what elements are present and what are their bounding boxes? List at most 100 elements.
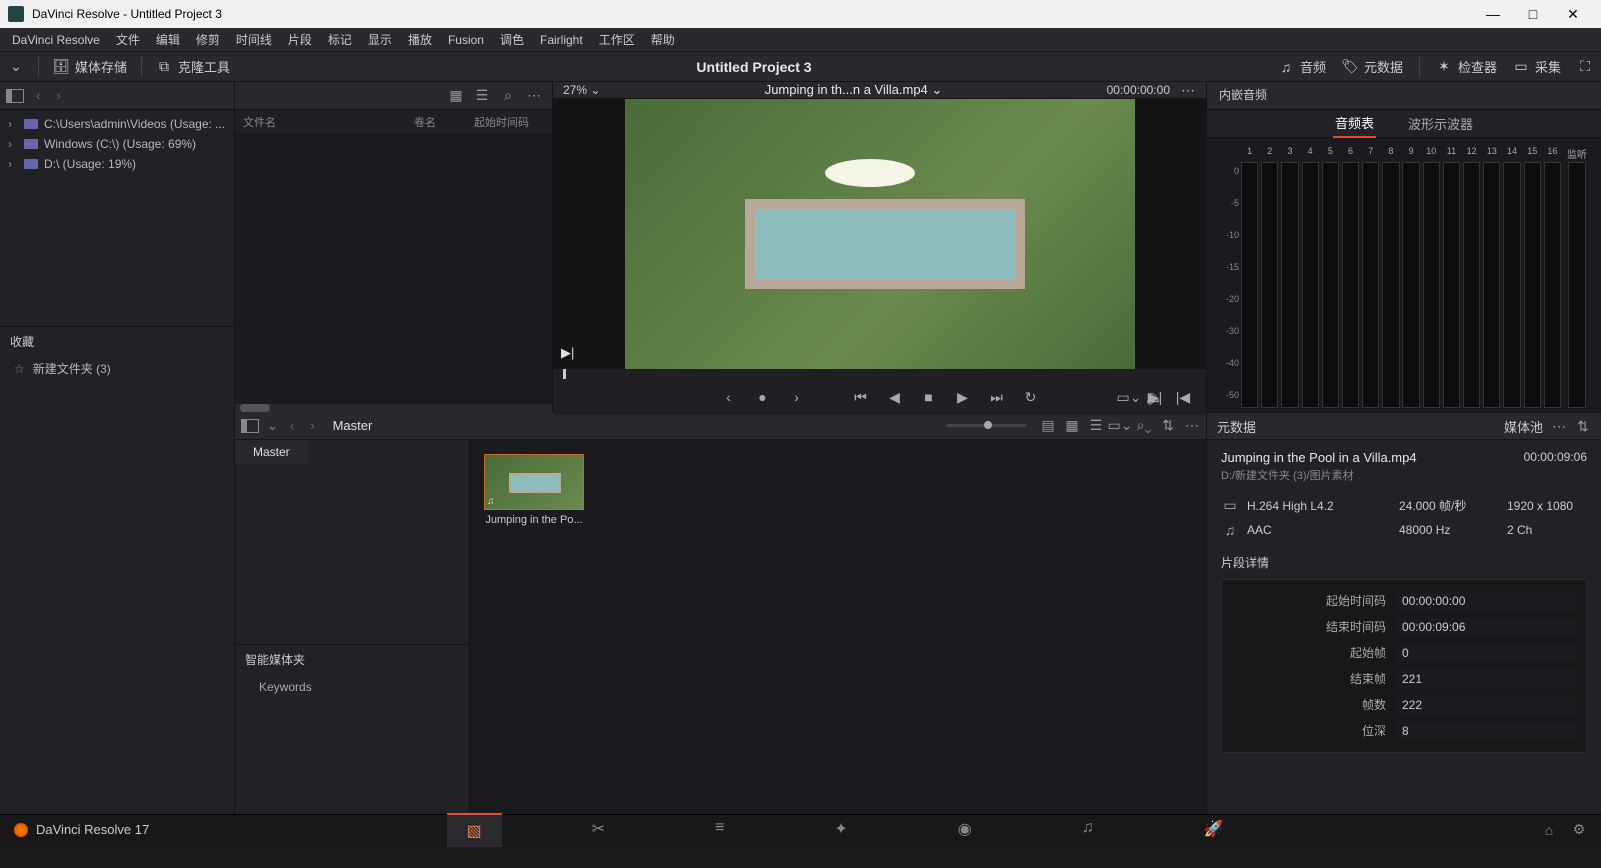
detail-row: 起始时间码00:00:00:00 [1232, 588, 1576, 614]
nav-forward-button[interactable]: › [306, 418, 318, 433]
viewer-canvas[interactable]: ▶| [553, 99, 1206, 369]
tab-cut[interactable]: ✂ [572, 813, 625, 847]
jog-fwd-icon[interactable]: › [789, 389, 805, 405]
thumb-size-slider[interactable] [946, 424, 1026, 427]
tab-waveform[interactable]: 波形示波器 [1406, 110, 1475, 137]
list-view-icon[interactable]: ☰ [474, 88, 490, 104]
step-back-icon[interactable]: ◀ [887, 389, 903, 405]
drive-item[interactable]: › Windows (C:\) (Usage: 69%) [0, 134, 234, 154]
drive-item[interactable]: › D:\ (Usage: 19%) [0, 154, 234, 174]
more-icon[interactable]: ⋯ [526, 88, 542, 104]
loop-icon[interactable]: ↻ [1023, 389, 1039, 405]
clip-label: Jumping in the Po... [484, 510, 584, 526]
gear-icon[interactable]: ⚙ [1571, 822, 1587, 838]
in-out-icon[interactable]: |◀ [1175, 389, 1191, 405]
menu-workspace[interactable]: 工作区 [591, 31, 643, 48]
minimize-button[interactable]: — [1473, 6, 1513, 22]
search-icon[interactable]: ⌕ [500, 88, 516, 104]
nav-forward-button[interactable]: › [52, 88, 64, 103]
col-start[interactable]: 起始时间码 [474, 114, 544, 130]
strip-view-icon[interactable]: ▤ [1040, 418, 1056, 434]
sort-icon[interactable]: ⇅ [1160, 418, 1176, 434]
viewer-clip-title[interactable]: Jumping in th...n a Villa.mp4 ⌄ [600, 82, 1106, 98]
match-frame-icon[interactable]: ▶| [1147, 389, 1163, 405]
more-icon[interactable]: ⋯ [1180, 82, 1196, 98]
dropdown-icon[interactable]: ⌄ [8, 59, 24, 75]
view-mode-icon[interactable]: ▭⌄ [1121, 389, 1137, 405]
breadcrumb[interactable]: Master [333, 418, 373, 433]
tab-fairlight[interactable]: ♫ [1062, 813, 1114, 847]
menu-help[interactable]: 帮助 [643, 31, 683, 48]
smart-bin-keywords[interactable]: Keywords [235, 674, 469, 700]
jog-back-icon[interactable]: ‹ [721, 389, 737, 405]
menu-playback[interactable]: 播放 [400, 31, 440, 48]
menu-edit[interactable]: 编辑 [148, 31, 188, 48]
metadata-panel-button[interactable]: 🏷 元数据 [1342, 57, 1403, 76]
tab-media[interactable]: ▧ [447, 813, 502, 847]
panel-toggle-icon[interactable] [241, 419, 259, 433]
sort-icon[interactable]: ⇅ [1575, 418, 1591, 434]
media-pool-label[interactable]: 媒体池 [1504, 417, 1543, 436]
audio-label: 音频 [1300, 57, 1326, 76]
bin-master[interactable]: Master [235, 440, 308, 464]
home-icon[interactable]: ⌂ [1541, 822, 1557, 838]
menu-mark[interactable]: 标记 [320, 31, 360, 48]
clone-tool-button[interactable]: ⧉ 克隆工具 [156, 57, 230, 76]
more-icon[interactable]: ⋯ [1551, 418, 1567, 434]
search-icon[interactable]: ⌕⌄ [1136, 418, 1152, 434]
menu-fusion[interactable]: Fusion [440, 33, 492, 47]
tab-edit[interactable]: ≡ [695, 813, 744, 847]
clips-grid[interactable]: ♫ Jumping in the Po... [470, 440, 1206, 814]
capture-button[interactable]: ▭ 采集 [1513, 57, 1561, 76]
clip-thumbnail[interactable]: ♫ Jumping in the Po... [484, 454, 584, 526]
col-name[interactable]: 文件名 [243, 114, 414, 130]
horizontal-scrollbar[interactable] [235, 404, 552, 412]
top-toolbar: ⌄ 🗄 媒体存储 ⧉ 克隆工具 Untitled Project 3 ♫ 音频 … [0, 52, 1601, 82]
viewer-scrubber[interactable] [553, 369, 1206, 379]
goto-start-icon[interactable]: ⏮ [853, 389, 869, 405]
maximize-button[interactable]: □ [1513, 6, 1553, 22]
menu-view[interactable]: 显示 [360, 31, 400, 48]
meter-track: 2 [1260, 146, 1279, 408]
tab-color[interactable]: ◉ [938, 813, 992, 847]
menu-color[interactable]: 调色 [492, 31, 532, 48]
viewer-timecode[interactable]: 00:00:00:00 [1107, 83, 1170, 97]
list-view-icon[interactable]: ☰ [1088, 418, 1104, 434]
thumb-view-icon[interactable]: ▦ [1064, 418, 1080, 434]
menu-clip[interactable]: 片段 [280, 31, 320, 48]
viewer-header: 27% ⌄ Jumping in th...n a Villa.mp4 ⌄ 00… [553, 82, 1206, 99]
close-button[interactable]: ✕ [1553, 6, 1593, 23]
detail-row: 起始帧0 [1232, 640, 1576, 666]
jog-dot-icon[interactable]: ● [755, 389, 771, 405]
menu-file[interactable]: 文件 [108, 31, 148, 48]
separator [141, 57, 142, 77]
play-icon[interactable]: ▶ [955, 389, 971, 405]
more-icon[interactable]: ⋯ [1184, 418, 1200, 434]
media-storage-button[interactable]: 🗄 媒体存储 [53, 57, 127, 76]
view-mode-icon[interactable]: ▭⌄ [1112, 418, 1128, 434]
col-reel[interactable]: 卷名 [414, 114, 474, 130]
tab-meters[interactable]: 音频表 [1333, 109, 1376, 138]
grid-view-icon[interactable]: ▦ [448, 88, 464, 104]
fullscreen-icon[interactable]: ⛶ [1577, 59, 1593, 75]
inspector-button[interactable]: ✶ 检查器 [1436, 57, 1497, 76]
audio-panel-button[interactable]: ♫ 音频 [1278, 57, 1326, 76]
menu-timeline[interactable]: 时间线 [228, 31, 280, 48]
stop-icon[interactable]: ■ [921, 389, 937, 405]
separator [38, 57, 39, 77]
zoom-dropdown[interactable]: 27% ⌄ [563, 83, 600, 97]
tab-deliver[interactable]: 🚀 [1184, 813, 1244, 847]
skip-icon[interactable]: ▶| [561, 345, 574, 361]
menu-davinci[interactable]: DaVinci Resolve [4, 33, 108, 47]
clip-detail-box: 起始时间码00:00:00:00结束时间码00:00:09:06起始帧0结束帧2… [1221, 579, 1587, 753]
nav-back-button[interactable]: ‹ [286, 418, 298, 433]
chevron-down-icon[interactable]: ⌄ [267, 418, 278, 434]
nav-back-button[interactable]: ‹ [32, 88, 44, 103]
goto-end-icon[interactable]: ⏭ [989, 389, 1005, 405]
menu-trim[interactable]: 修剪 [188, 31, 228, 48]
favorite-item[interactable]: ☆ 新建文件夹 (3) [0, 356, 234, 381]
panel-toggle-icon[interactable] [6, 89, 24, 103]
drive-item[interactable]: › C:\Users\admin\Videos (Usage: ... [0, 114, 234, 134]
tab-fusion[interactable]: ✦ [814, 813, 867, 847]
menu-fairlight[interactable]: Fairlight [532, 33, 591, 47]
